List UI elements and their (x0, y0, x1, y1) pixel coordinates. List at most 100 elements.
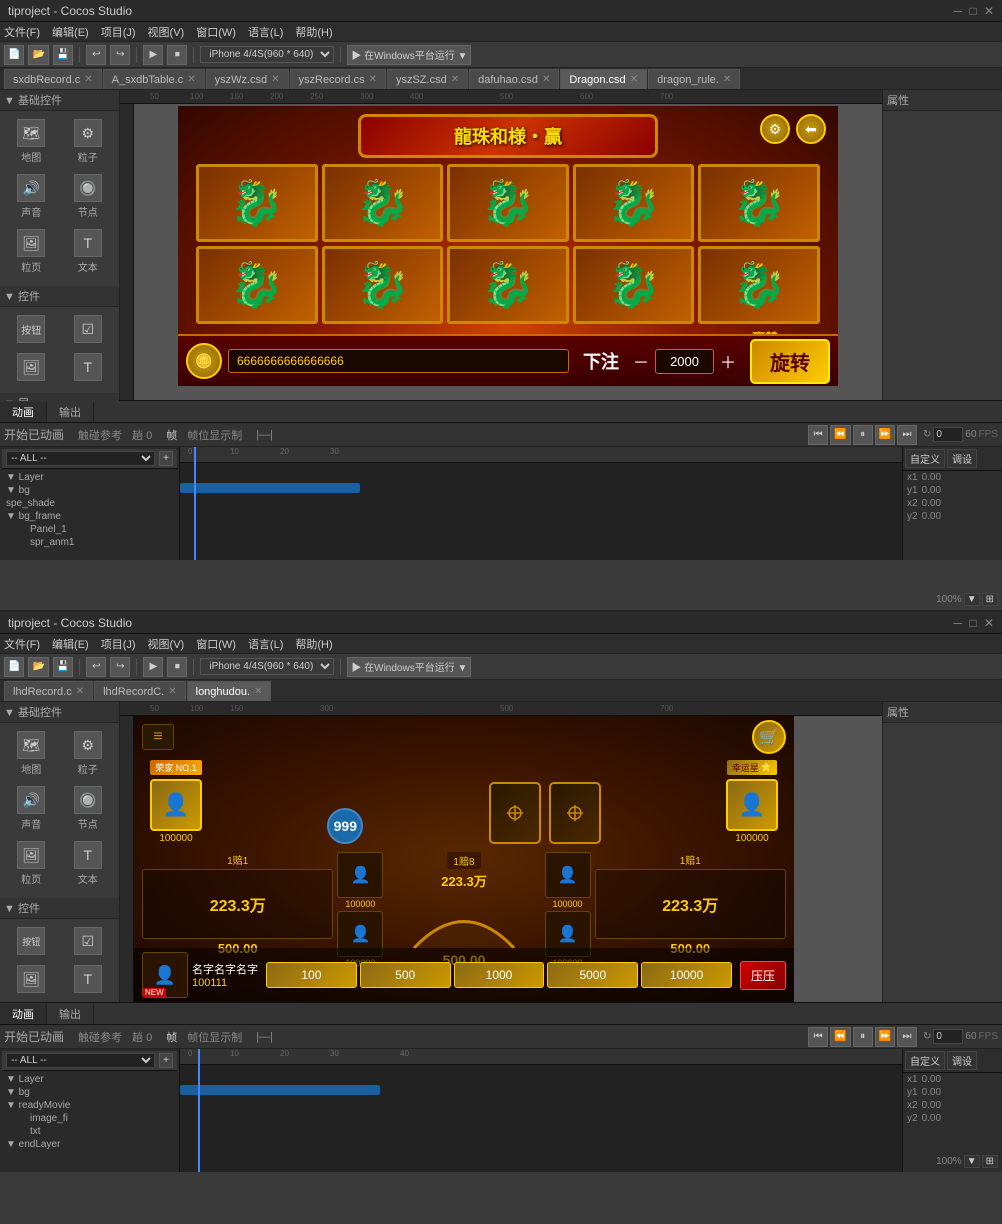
menu-help[interactable]: 帮助(H) (295, 24, 332, 40)
b-canvas-content[interactable]: ≡ 🛒 荣家 NO.1 👤 100000 (134, 716, 882, 1002)
output-tab[interactable]: 输出 (47, 402, 94, 422)
frame-input[interactable] (933, 427, 963, 442)
b-text-widget[interactable]: T (61, 961, 116, 997)
close-icon[interactable]: ✕ (76, 686, 84, 697)
bet-btn[interactable]: 压压 (740, 961, 786, 990)
b-image-widget[interactable]: 🖼 (4, 961, 59, 997)
settings-btn2[interactable]: 调设 (947, 449, 977, 468)
b-layer-select[interactable]: -- ALL -- (6, 1053, 155, 1068)
tab-dragon-rule[interactable]: dragon_rule.✕ (648, 69, 740, 89)
tl-prev-btn[interactable]: ⏪ (830, 425, 850, 445)
device-selector[interactable]: iPhone 4/4S(960 * 640) (200, 46, 334, 63)
b-tl-play-btn[interactable]: ⏮ (808, 1027, 828, 1047)
fit-btn[interactable]: ⊞ (982, 593, 998, 606)
b-checkbox-widget[interactable]: ☑ (61, 923, 116, 959)
start-anim-btn[interactable]: 开始已动画 (4, 426, 64, 443)
b-open-btn[interactable]: 📂 (28, 657, 48, 677)
run-btn[interactable]: ▶ 在Windows平台运行 ▼ (347, 45, 471, 65)
particle-item[interactable]: ⚙粒子 (61, 115, 116, 168)
b-run-btn[interactable]: ▶ 在Windows平台运行 ▼ (347, 657, 471, 677)
tab-yszsz[interactable]: yszSZ.csd✕ (387, 69, 468, 89)
layer-select[interactable]: -- ALL -- (6, 451, 155, 466)
layer-item[interactable]: 🖼粒页 (4, 225, 59, 278)
close-icon[interactable]: ✕ (84, 74, 92, 85)
bottom-close-btn[interactable]: ✕ (984, 616, 994, 630)
loop-btn[interactable]: ↻ (923, 429, 931, 440)
b-tl-pause-btn[interactable]: ⏸ (853, 1027, 873, 1047)
open-btn[interactable]: 📂 (28, 45, 48, 65)
b-anim-tab[interactable]: 动画 (0, 1004, 47, 1024)
bottom-maximize-btn[interactable]: □ (969, 616, 976, 630)
close-btn[interactable]: ✕ (984, 4, 994, 18)
map-item[interactable]: 🗺地图 (4, 115, 59, 168)
anim-tab[interactable]: 动画 (0, 402, 47, 422)
close-icon[interactable]: ✕ (630, 74, 638, 85)
chip-1000[interactable]: 1000 (454, 962, 545, 988)
stop-btn[interactable]: ⏹ (167, 45, 187, 65)
b-menu-help[interactable]: 帮助(H) (295, 636, 332, 652)
tab-yszrec[interactable]: yszRecord.cs✕ (290, 69, 386, 89)
button-widget[interactable]: 按钮 (4, 311, 59, 347)
image-widget[interactable]: 🖼 (4, 349, 59, 385)
plus-btn[interactable]: ＋ (720, 349, 736, 373)
menu-project[interactable]: 项目(J) (101, 24, 136, 40)
minus-btn[interactable]: － (633, 349, 649, 373)
menu-btn[interactable]: ≡ (142, 724, 174, 750)
checkbox-widget[interactable]: ☑ (61, 311, 116, 347)
b-tl-prev-btn[interactable]: ⏪ (830, 1027, 850, 1047)
b-define-btn[interactable]: 自定义 (905, 1051, 945, 1070)
b-tl-next-btn[interactable]: ⏩ (875, 1027, 895, 1047)
b-sound-item[interactable]: 🔊声音 (4, 782, 59, 835)
canvas-content[interactable]: 龍珠和様・贏 ⚙ ⬅ 🐉 🐉 🐉 🐉 (134, 104, 882, 400)
close-icon[interactable]: ✕ (168, 686, 176, 697)
tab-asxdb[interactable]: A_sxdbTable.c✕ (103, 69, 205, 89)
b-map-item[interactable]: 🗺地图 (4, 727, 59, 780)
tl-pause-btn[interactable]: ⏸ (853, 425, 873, 445)
b-tl-end-btn[interactable]: ⏭ (897, 1027, 917, 1047)
define-btn[interactable]: 自定义 (905, 449, 945, 468)
close-icon[interactable]: ✕ (271, 74, 279, 85)
menu-lang[interactable]: 语言(L) (248, 24, 283, 40)
chip-500[interactable]: 500 (360, 962, 451, 988)
b-save-btn[interactable]: 💾 (53, 657, 73, 677)
cart-btn[interactable]: 🛒 (752, 720, 786, 754)
tl-end-btn[interactable]: ⏭ (897, 425, 917, 445)
save-btn[interactable]: 💾 (53, 45, 73, 65)
new-btn[interactable]: 📄 (4, 45, 24, 65)
b-output-tab[interactable]: 输出 (47, 1004, 94, 1024)
b-stop-btn[interactable]: ⏹ (167, 657, 187, 677)
b-fit-btn[interactable]: ⊞ (982, 1155, 998, 1168)
b-button-widget[interactable]: 按钮 (4, 923, 59, 959)
node-item[interactable]: 🔘节点 (61, 170, 116, 223)
b-layer-item[interactable]: 🖼粒页 (4, 837, 59, 890)
settings-icon[interactable]: ⚙ (760, 114, 790, 144)
b-device-selector[interactable]: iPhone 4/4S(960 * 640) (200, 658, 334, 675)
tab-dafuhao[interactable]: dafuhao.csd✕ (469, 69, 559, 89)
maximize-btn[interactable]: □ (969, 4, 976, 18)
close-icon[interactable]: ✕ (254, 686, 262, 697)
b-menu-file[interactable]: 文件(F) (4, 636, 40, 652)
text-item[interactable]: T文本 (61, 225, 116, 278)
bottom-minimize-btn[interactable]: ─ (953, 616, 962, 630)
zoom-dropdown[interactable]: ▼ (964, 593, 980, 606)
redo-btn[interactable]: ↪ (110, 45, 130, 65)
close-icon[interactable]: ✕ (187, 74, 195, 85)
b-redo-btn[interactable]: ↪ (110, 657, 130, 677)
close-icon[interactable]: ✕ (369, 74, 377, 85)
b-menu-view[interactable]: 视图(V) (148, 636, 185, 652)
undo-btn[interactable]: ↩ (86, 45, 106, 65)
chip-10000[interactable]: 10000 (641, 962, 732, 988)
sound-item[interactable]: 🔊声音 (4, 170, 59, 223)
tl-next-btn[interactable]: ⏩ (875, 425, 895, 445)
b-menu-lang[interactable]: 语言(L) (248, 636, 283, 652)
menu-window[interactable]: 窗口(W) (196, 24, 236, 40)
menu-file[interactable]: 文件(F) (4, 24, 40, 40)
chip-5000[interactable]: 5000 (547, 962, 638, 988)
b-new-btn[interactable]: 📄 (4, 657, 24, 677)
b-menu-window[interactable]: 窗口(W) (196, 636, 236, 652)
b-tab-longhudou[interactable]: longhudou.✕ (187, 681, 272, 701)
menu-edit[interactable]: 编辑(E) (52, 24, 89, 40)
close-icon[interactable]: ✕ (723, 74, 731, 85)
tab-sxdb[interactable]: sxdbRecord.c✕ (4, 69, 102, 89)
minimize-btn[interactable]: ─ (953, 4, 962, 18)
